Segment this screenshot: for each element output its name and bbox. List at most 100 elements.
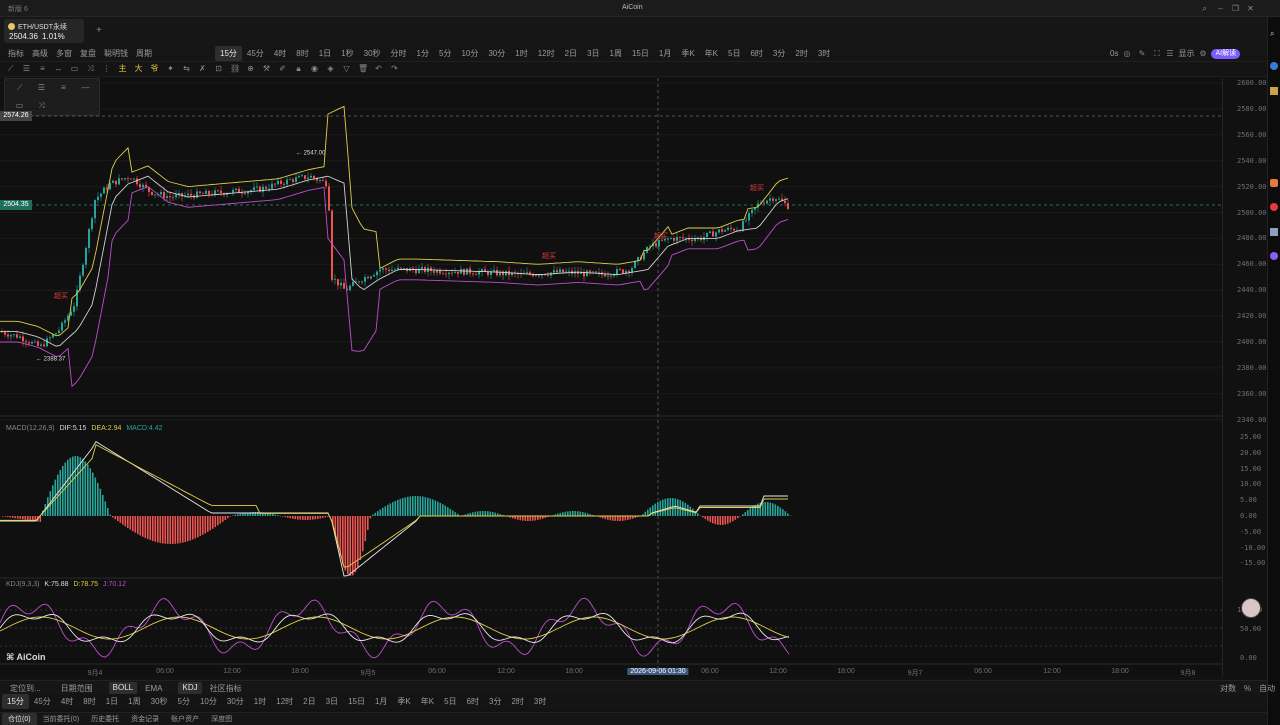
measure-tool-icon[interactable]: ⋮: [102, 64, 111, 73]
period-1[interactable]: 45分: [242, 46, 269, 61]
period-17[interactable]: 15日: [627, 46, 654, 61]
trade-tab-2[interactable]: 历史委托: [85, 713, 125, 725]
trade-tab-0[interactable]: 仓位(0): [2, 713, 37, 725]
period-7[interactable]: 分时: [386, 46, 412, 61]
period-13[interactable]: 12时: [533, 46, 560, 61]
close-icon[interactable]: ✕: [1246, 4, 1255, 13]
bottom-period-3[interactable]: 8时: [78, 694, 100, 709]
marker-main-icon[interactable]: 主: [118, 64, 127, 73]
tab-kdj[interactable]: KDJ: [178, 682, 202, 694]
period-4[interactable]: 1日: [314, 46, 336, 61]
bottom-period-13[interactable]: 3日: [321, 694, 343, 709]
fib-tool-icon[interactable]: ⤨: [86, 64, 95, 73]
camera-icon[interactable]: ◎: [1122, 49, 1131, 58]
redo-icon[interactable]: ↷: [390, 64, 399, 73]
avatar[interactable]: [1241, 598, 1261, 618]
bottom-period-17[interactable]: 年K: [416, 694, 439, 709]
period-3[interactable]: 8时: [291, 46, 313, 61]
period-9[interactable]: 5分: [434, 46, 456, 61]
marker-big-icon[interactable]: 大: [134, 64, 143, 73]
sidebar-app-icon-4[interactable]: [1270, 203, 1278, 211]
rect-tool-icon[interactable]: ▭: [70, 64, 79, 73]
settings-icon[interactable]: ⚙: [1198, 49, 1207, 58]
edit-icon[interactable]: ✎: [1137, 49, 1146, 58]
lock-icon[interactable]: 🔒︎: [294, 64, 303, 73]
period-8[interactable]: 1分: [412, 46, 434, 61]
link-icon[interactable]: ⛓: [230, 64, 240, 73]
marker-shrimp-icon[interactable]: 爷: [150, 64, 159, 73]
toolbar-period-button[interactable]: 周期: [132, 46, 156, 61]
bottom-period-20[interactable]: 3分: [484, 694, 506, 709]
period-5[interactable]: 1秒: [336, 46, 358, 61]
channel-tool-icon[interactable]: ≡: [38, 64, 47, 73]
period-25[interactable]: 3时: [813, 46, 835, 61]
zoom-icon[interactable]: ⊕: [246, 64, 255, 73]
period-14[interactable]: 2日: [560, 46, 582, 61]
filter-icon[interactable]: ▽: [342, 64, 351, 73]
trade-tab-4[interactable]: 账户资产: [165, 713, 205, 725]
period-18[interactable]: 1月: [654, 46, 676, 61]
toolbar-replay-button[interactable]: 复盘: [76, 46, 100, 61]
period-15[interactable]: 3日: [582, 46, 604, 61]
period-11[interactable]: 30分: [483, 46, 510, 61]
bottom-period-11[interactable]: 12时: [271, 694, 298, 709]
arrow-tool-icon[interactable]: ↔: [54, 64, 63, 73]
period-2[interactable]: 4时: [269, 46, 291, 61]
bottom-period-9[interactable]: 30分: [222, 694, 249, 709]
bottom-period-12[interactable]: 2日: [298, 694, 320, 709]
bottom-period-1[interactable]: 45分: [29, 694, 56, 709]
ruler-icon[interactable]: ⚒: [262, 64, 271, 73]
add-tab-button[interactable]: +: [96, 25, 102, 36]
bottom-period-7[interactable]: 5分: [173, 694, 195, 709]
minimize-icon[interactable]: –: [1216, 4, 1225, 13]
trash-icon[interactable]: 🗑︎: [358, 64, 368, 73]
period-6[interactable]: 30秒: [359, 46, 386, 61]
sidebar-app-icon-2[interactable]: [1270, 87, 1278, 95]
sidebar-app-icon-3[interactable]: [1270, 179, 1278, 187]
period-24[interactable]: 2时: [790, 46, 812, 61]
period-10[interactable]: 10分: [456, 46, 483, 61]
magnet-icon[interactable]: ⊡: [214, 64, 223, 73]
trade-tab-3[interactable]: 资金记录: [125, 713, 165, 725]
search-icon[interactable]: ⌕: [1200, 4, 1209, 13]
bottom-period-19[interactable]: 6时: [462, 694, 484, 709]
trade-tab-5[interactable]: 深度图: [205, 713, 238, 725]
fullscreen-icon[interactable]: ⛶: [1152, 49, 1161, 58]
sidebar-app-icon-6[interactable]: [1270, 252, 1278, 260]
brush-icon[interactable]: ✐: [278, 64, 287, 73]
bottom-period-2[interactable]: 4时: [56, 694, 78, 709]
bottom-period-10[interactable]: 1时: [249, 694, 271, 709]
bottom-period-4[interactable]: 1日: [101, 694, 123, 709]
period-12[interactable]: 1时: [510, 46, 532, 61]
sidebar-app-icon-5[interactable]: [1270, 228, 1278, 236]
period-23[interactable]: 3分: [768, 46, 790, 61]
tab-boll[interactable]: BOLL: [108, 682, 138, 694]
candlestick-chart[interactable]: ← 2547.00← 2388.37超买超买超买超买: [0, 78, 1222, 676]
bottom-period-21[interactable]: 2时: [506, 694, 528, 709]
bottom-period-16[interactable]: 季K: [392, 694, 415, 709]
bottom-period-18[interactable]: 5日: [439, 694, 461, 709]
display-button[interactable]: 显示: [1174, 46, 1198, 61]
undo-icon[interactable]: ↶: [374, 64, 383, 73]
toolbar-advanced-button[interactable]: 高级: [28, 46, 52, 61]
period-16[interactable]: 1周: [605, 46, 627, 61]
period-0[interactable]: 15分: [215, 46, 242, 61]
bottom-period-22[interactable]: 3时: [529, 694, 551, 709]
toolbar-multi-window-button[interactable]: 多窗: [52, 46, 76, 61]
ai-explain-button[interactable]: AI解读: [1211, 48, 1241, 59]
line-tool-icon[interactable]: ⟋: [6, 64, 15, 73]
toolbar-indicator-button[interactable]: 指标: [4, 46, 28, 61]
bottom-period-8[interactable]: 10分: [195, 694, 222, 709]
restore-icon[interactable]: ❐: [1231, 4, 1240, 13]
cross-icon[interactable]: ✗: [198, 64, 207, 73]
hline-tool-icon[interactable]: ☰: [22, 64, 31, 73]
period-22[interactable]: 6时: [745, 46, 767, 61]
sidebar-search-icon[interactable]: ⌕: [1270, 29, 1274, 39]
trade-tab-1[interactable]: 当前委托(0): [37, 713, 86, 725]
bottom-period-0[interactable]: 15分: [2, 694, 29, 709]
toolbar-smart-money-button[interactable]: 聪明钱: [100, 46, 132, 61]
period-20[interactable]: 年K: [700, 46, 723, 61]
layers-icon[interactable]: ◈: [326, 64, 335, 73]
period-19[interactable]: 季K: [676, 46, 699, 61]
layout-icon[interactable]: ☰: [1165, 49, 1174, 58]
